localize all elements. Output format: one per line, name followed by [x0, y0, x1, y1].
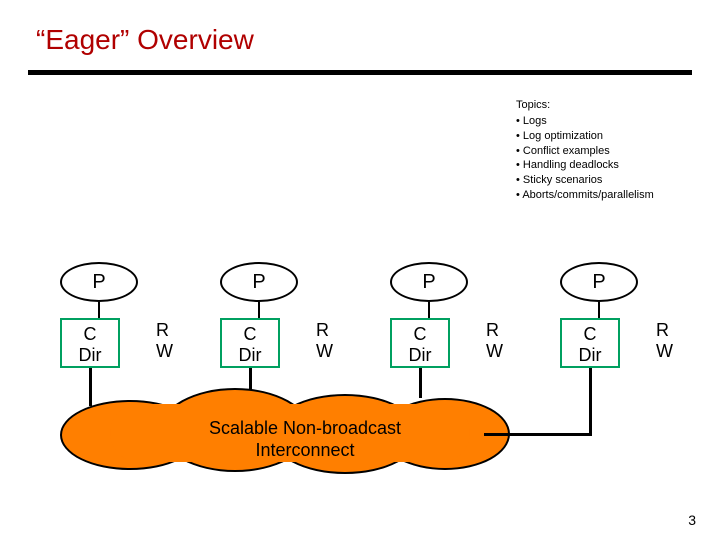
processor-label: P [252, 271, 265, 294]
connector-line [589, 368, 592, 434]
processor-oval: P [220, 262, 298, 302]
topics-item: • Logs [516, 114, 654, 129]
topics-item: • Sticky scenarios [516, 173, 654, 188]
connector-line [484, 433, 592, 436]
topics-item-label: Log optimization [523, 130, 603, 142]
cache-label: C [392, 324, 448, 345]
topics-item-label: Sticky scenarios [523, 174, 602, 186]
node: P C Dir R W [390, 262, 468, 368]
node: P C Dir R W [220, 262, 298, 368]
cache-label: C [62, 324, 118, 345]
interconnect-label-line: Interconnect [120, 440, 490, 462]
rw-label: R W [156, 320, 173, 362]
topics-item: • Conflict examples [516, 144, 654, 159]
topics-item: • Handling deadlocks [516, 158, 654, 173]
processor-label: P [92, 271, 105, 294]
topics-block: Topics: • Logs • Log optimization • Conf… [516, 98, 654, 203]
cache-dir-box: C Dir [560, 318, 620, 368]
connector-line [98, 302, 100, 318]
title-rule [28, 70, 692, 75]
connector-line [428, 302, 430, 318]
processor-label: P [422, 271, 435, 294]
page-number: 3 [688, 512, 696, 528]
dir-label: Dir [62, 345, 118, 366]
processor-oval: P [60, 262, 138, 302]
processor-oval: P [390, 262, 468, 302]
cache-dir-box: C Dir [60, 318, 120, 368]
rw-label: R W [656, 320, 673, 362]
topics-item-label: Logs [523, 115, 547, 127]
processor-oval: P [560, 262, 638, 302]
rw-label: R W [316, 320, 333, 362]
cache-label: C [562, 324, 618, 345]
dir-label: Dir [562, 345, 618, 366]
interconnect-label: Scalable Non-broadcast Interconnect [120, 418, 490, 461]
node: P C Dir R W [560, 262, 638, 368]
node: P C Dir R W [60, 262, 138, 368]
topics-header: Topics: [516, 98, 654, 113]
rw-label: R W [486, 320, 503, 362]
interconnect-label-line: Scalable Non-broadcast [120, 418, 490, 440]
dir-label: Dir [222, 345, 278, 366]
topics-item-label: Handling deadlocks [523, 159, 619, 171]
topics-item-label: Aborts/commits/parallelism [522, 189, 653, 201]
cache-dir-box: C Dir [390, 318, 450, 368]
interconnect-cloud: Scalable Non-broadcast Interconnect [120, 394, 490, 484]
slide-title: “Eager” Overview [36, 24, 254, 56]
cache-dir-box: C Dir [220, 318, 280, 368]
connector-line [89, 368, 92, 406]
topics-item-label: Conflict examples [523, 145, 610, 157]
connector-line [598, 302, 600, 318]
cache-label: C [222, 324, 278, 345]
connector-line [258, 302, 260, 318]
topics-item: • Log optimization [516, 129, 654, 144]
dir-label: Dir [392, 345, 448, 366]
topics-item: • Aborts/commits/parallelism [516, 188, 654, 203]
processor-label: P [592, 271, 605, 294]
